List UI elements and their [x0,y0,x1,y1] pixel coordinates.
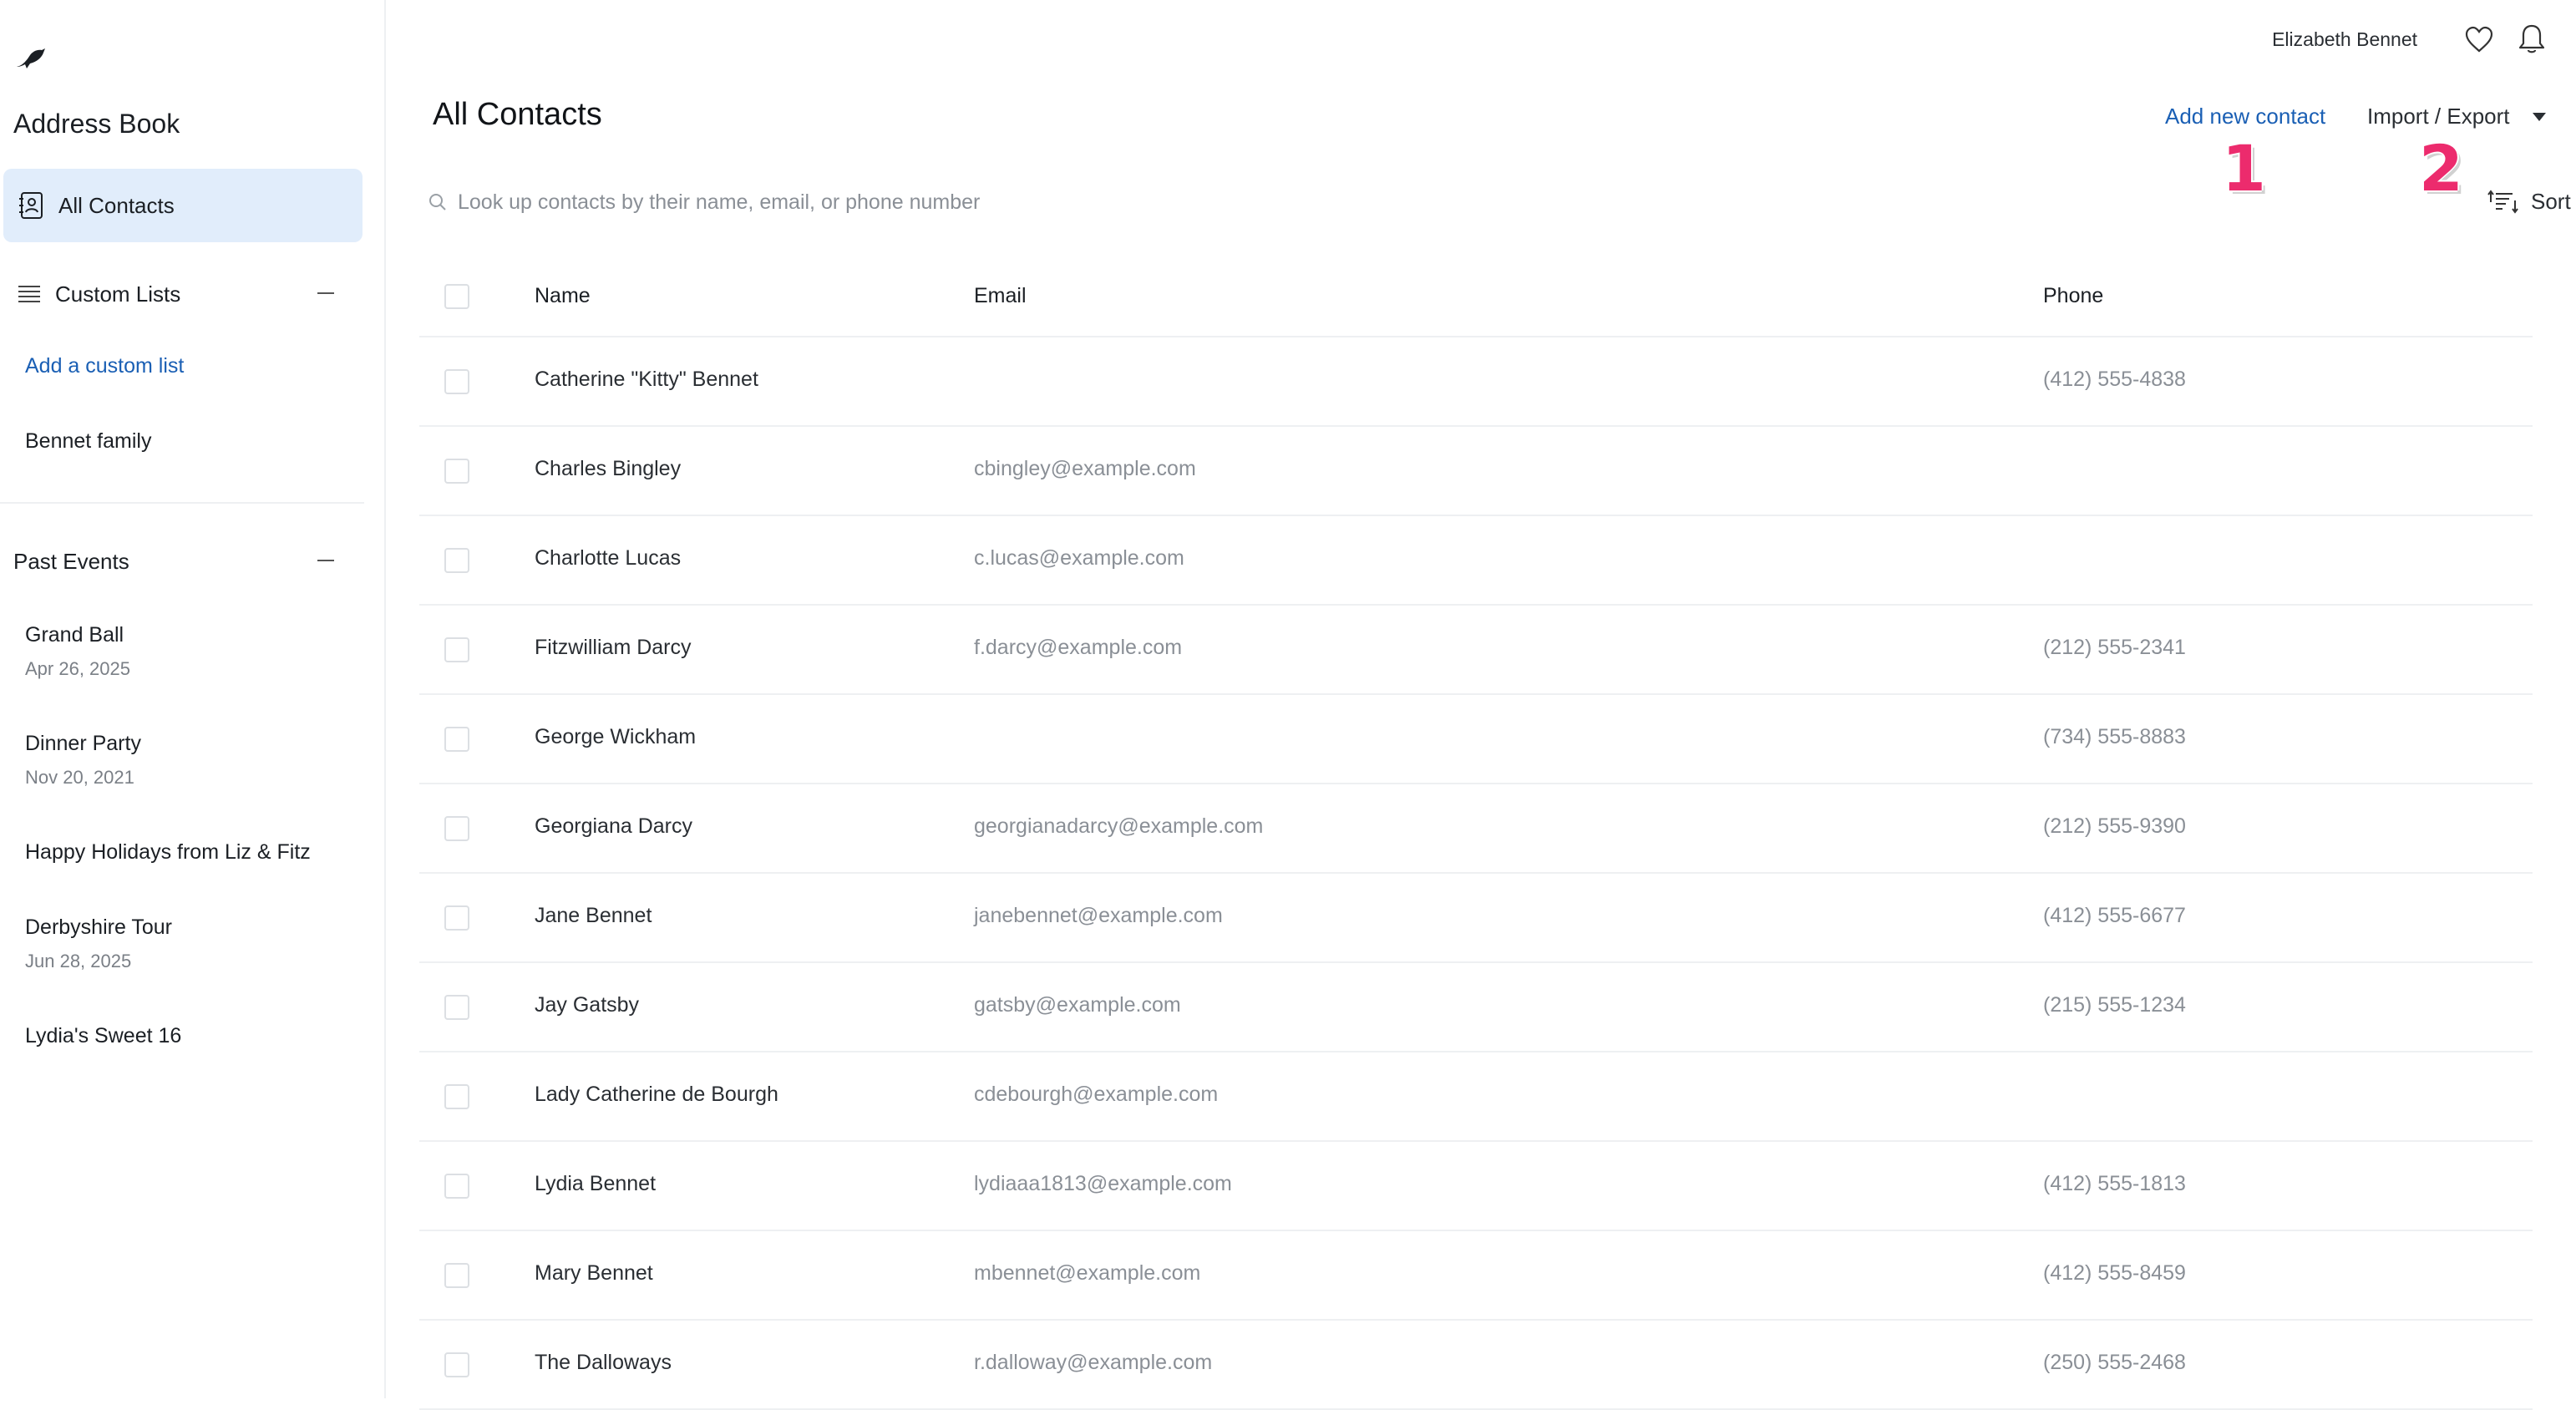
table-row[interactable]: Charles Bingley cbingley@example.com [419,427,2533,516]
sidebar-event-derbyshire-tour[interactable]: Derbyshire Tour [25,915,172,940]
contact-phone: (212) 555-9390 [2043,814,2186,838]
table-row[interactable]: Mary Bennet mbennet@example.com (412) 555-… [419,1231,2533,1321]
add-custom-list-link[interactable]: Add a custom list [25,354,184,378]
search-icon [429,194,446,210]
contact-name: Lydia Bennet [535,1172,657,1195]
table-header: Name Email Phone [419,261,2533,337]
annotation-marker-1: 1 [2222,131,2266,205]
event-date: Nov 20, 2021 [25,767,134,788]
custom-lists-header[interactable]: Custom Lists [0,269,351,319]
table-row[interactable]: The Dalloways r.dalloway@example.com (250)… [419,1321,2533,1410]
contact-phone: (412) 555-6677 [2043,904,2186,927]
contact-phone: (212) 555-2341 [2043,636,2186,659]
search-input[interactable] [458,184,1711,221]
contact-email: janebennet@example.com [974,904,1223,927]
contact-email: cdebourgh@example.com [974,1083,1219,1106]
page-title: All Contacts [433,97,602,132]
contact-email: f.darcy@example.com [974,636,1183,659]
sidebar-event-lydias-sweet-16[interactable]: Lydia's Sweet 16 [25,1024,181,1048]
contact-name: Lady Catherine de Bourgh [535,1083,778,1106]
sidebar: Address Book All Contacts Custom Lists A… [0,0,386,1398]
contact-phone: (412) 555-4838 [2043,368,2186,391]
contact-name: Catherine "Kitty" Bennet [535,368,758,391]
table-row[interactable]: Fitzwilliam Darcy f.darcy@example.com (212… [419,606,2533,695]
contact-email: mbennet@example.com [974,1261,1201,1285]
contact-phone: (734) 555-8883 [2043,725,2186,748]
sidebar-item-all-contacts[interactable]: All Contacts [3,169,363,242]
sidebar-divider [0,502,364,504]
contact-phone: (215) 555-1234 [2043,993,2186,1017]
row-checkbox[interactable] [444,1263,469,1288]
contact-name: Georgiana Darcy [535,814,692,838]
event-date: Jun 28, 2025 [25,951,132,971]
sidebar-event-grand-ball[interactable]: Grand Ball [25,623,124,647]
heart-icon[interactable] [2464,25,2494,53]
contact-phone: (412) 555-8459 [2043,1261,2186,1285]
table-row[interactable]: Georgiana Darcy georgianadarcy@example.co… [419,784,2533,874]
row-checkbox[interactable] [444,637,469,662]
list-icon [18,286,40,302]
row-checkbox[interactable] [444,727,469,752]
table-row[interactable]: Lydia Bennet lydiaaa1813@example.com (412)… [419,1142,2533,1231]
collapse-past-events-icon[interactable] [317,560,334,561]
contacts-table: Name Email Phone Catherine "Kitty" Benne… [419,261,2533,1410]
row-checkbox[interactable] [444,1084,469,1109]
contact-email: r.dalloway@example.com [974,1351,1213,1374]
row-checkbox[interactable] [444,1174,469,1199]
table-row[interactable]: Charlotte Lucas c.lucas@example.com [419,516,2533,606]
contact-name: Jay Gatsby [535,993,640,1017]
row-checkbox[interactable] [444,369,469,394]
sidebar-event-dinner-party[interactable]: Dinner Party [25,732,141,756]
contact-email: lydiaaa1813@example.com [974,1172,1232,1195]
table-row[interactable]: Catherine "Kitty" Bennet (412) 555-4838 [419,337,2533,427]
contact-phone: (412) 555-1813 [2043,1172,2186,1195]
event-date: Apr 26, 2025 [25,658,130,679]
row-checkbox[interactable] [444,816,469,841]
user-name[interactable]: Elizabeth Bennet [2272,28,2417,51]
contact-email: georgianadarcy@example.com [974,814,1264,838]
contact-email: c.lucas@example.com [974,546,1184,570]
row-checkbox[interactable] [444,459,469,484]
column-header-name[interactable]: Name [535,284,591,308]
contacts-book-icon [19,192,43,219]
table-row[interactable]: Lady Catherine de Bourgh cdebourgh@exampl… [419,1052,2533,1142]
contact-name: Charlotte Lucas [535,546,682,570]
past-events-header[interactable]: Past Events [0,536,351,586]
table-row[interactable]: Jay Gatsby gatsby@example.com (215) 555-12… [419,963,2533,1052]
import-export-dropdown[interactable]: Import / Export [2367,104,2510,129]
column-header-email[interactable]: Email [974,284,1027,308]
sort-icon[interactable] [2487,189,2519,214]
row-checkbox[interactable] [444,1352,469,1377]
row-checkbox[interactable] [444,905,469,931]
annotation-marker-2: 2 [2419,131,2463,205]
row-checkbox[interactable] [444,995,469,1020]
caret-down-icon[interactable] [2533,113,2546,121]
sidebar-item-label: All Contacts [58,192,175,218]
sort-button[interactable]: Sort [2531,189,2571,215]
contact-name: Mary Bennet [535,1261,653,1285]
table-row[interactable]: George Wickham (734) 555-8883 [419,695,2533,784]
select-all-checkbox[interactable] [444,284,469,309]
bell-icon[interactable] [2518,23,2546,55]
contact-email: gatsby@example.com [974,993,1181,1017]
contact-name: Fitzwilliam Darcy [535,636,692,659]
contact-name: The Dalloways [535,1351,672,1374]
contact-name: George Wickham [535,725,697,748]
app-title: Address Book [13,109,180,139]
column-header-phone[interactable]: Phone [2043,284,2103,308]
row-checkbox[interactable] [444,548,469,573]
custom-lists-label: Custom Lists [55,281,181,307]
contact-name: Charles Bingley [535,457,682,480]
table-row[interactable]: Jane Bennet janebennet@example.com (412) 5… [419,874,2533,963]
contact-phone: (250) 555-2468 [2043,1351,2186,1374]
contact-name: Jane Bennet [535,904,652,927]
bird-logo-icon[interactable] [15,45,47,72]
contact-email: cbingley@example.com [974,457,1196,480]
past-events-label: Past Events [13,548,129,574]
sidebar-event-happy-holidays[interactable]: Happy Holidays from Liz & Fitz [25,840,311,865]
add-new-contact-link[interactable]: Add new contact [2165,104,2325,129]
sidebar-item-bennet-family[interactable]: Bennet family [25,429,151,454]
collapse-custom-lists-icon[interactable] [317,292,334,294]
